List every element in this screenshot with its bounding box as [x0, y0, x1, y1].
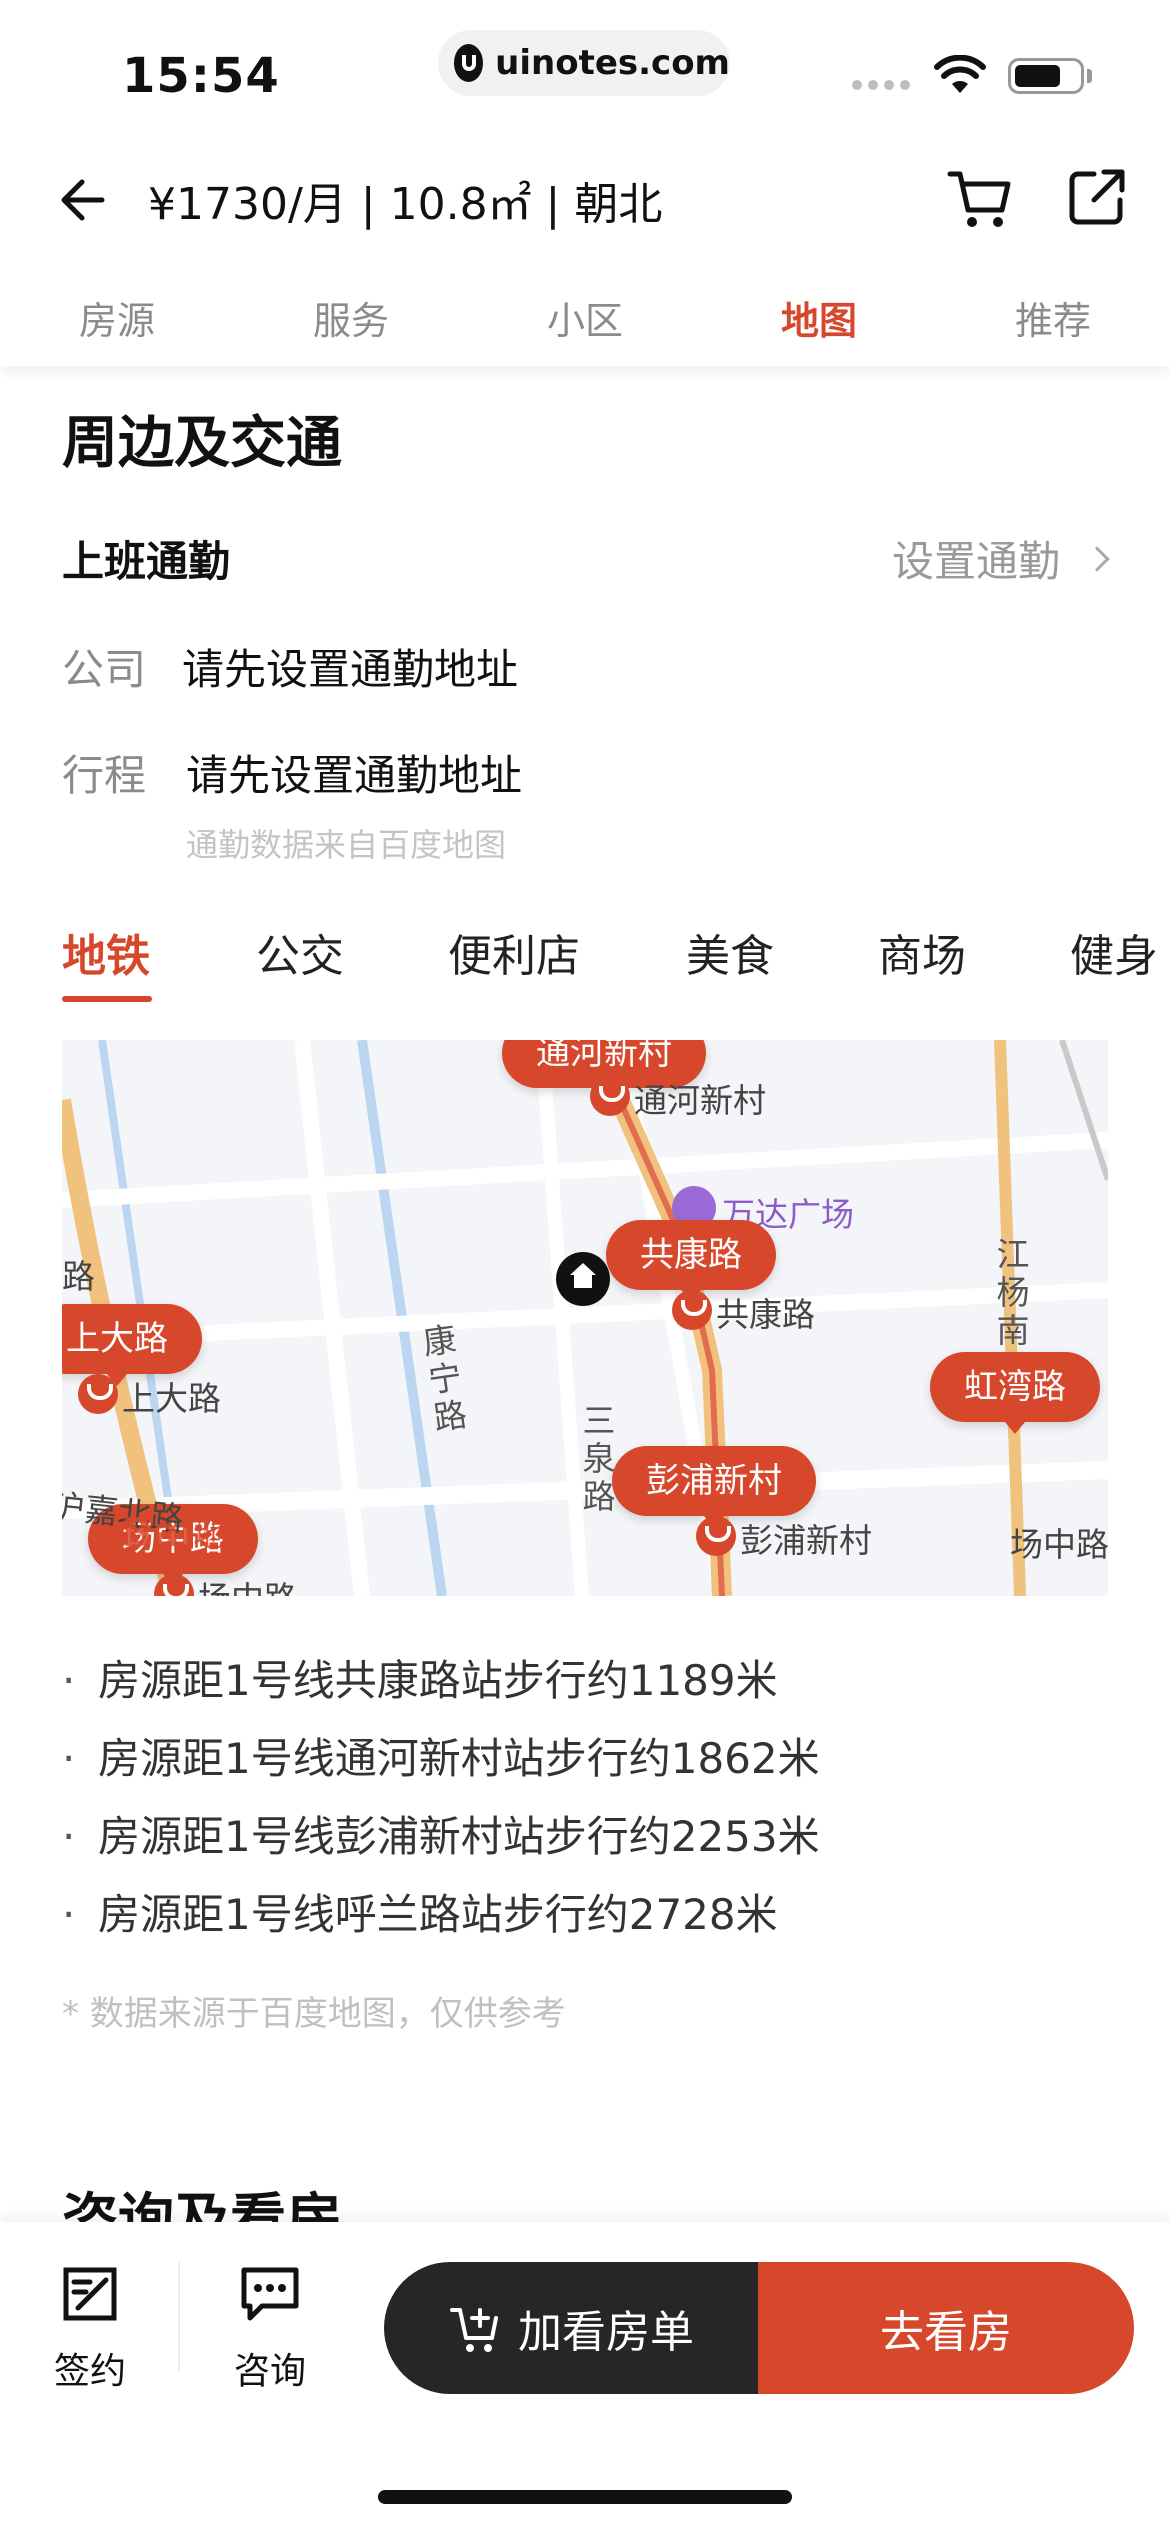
- bottom-action-bar: 签约 咨询 加看房单 去看房: [0, 2222, 1170, 2532]
- share-icon[interactable]: [1064, 164, 1130, 230]
- tab-map[interactable]: 地图: [702, 272, 936, 366]
- list-item: 房源距1号线彭浦新村站步行约2253米: [62, 1810, 1102, 1888]
- consult-button[interactable]: 咨询: [210, 2264, 330, 2394]
- cta-group: 加看房单 去看房: [384, 2262, 1134, 2394]
- category-convenience-store[interactable]: 便利店: [448, 920, 580, 984]
- status-time: 15:54: [122, 48, 280, 104]
- section-title: 周边及交通: [62, 411, 342, 476]
- metro-station-icon: [78, 1374, 118, 1414]
- cart-icon[interactable]: [944, 162, 1016, 234]
- nav-header: ¥1730/月 | 10.8㎡ | 朝北: [0, 150, 1170, 260]
- url-text: uinotes.com: [495, 43, 730, 83]
- section-tabs: 房源 服务 小区 地图 推荐: [0, 272, 1170, 366]
- metro-pin-hongwan-road[interactable]: 虹湾路: [930, 1352, 1100, 1434]
- metro-pin-gongkang-road[interactable]: 共康路: [606, 1220, 776, 1302]
- metro-station-icon: [672, 1290, 712, 1330]
- listing-summary-title: ¥1730/月 | 10.8㎡ | 朝北: [148, 179, 663, 230]
- baidu-logo-suffix: 地图: [193, 1519, 254, 1554]
- tab-listing[interactable]: 房源: [0, 272, 234, 366]
- sign-contract-icon: [63, 2267, 117, 2321]
- home-indicator[interactable]: [378, 2490, 792, 2504]
- category-fitness[interactable]: 健身: [1070, 920, 1158, 984]
- add-to-viewing-list-label: 加看房单: [518, 2307, 694, 2358]
- metro-distance-list: 房源距1号线共康路站步行约1189米 房源距1号线通河新村站步行约1862米 房…: [62, 1654, 1102, 1966]
- status-bar: 15:54 uinotes.com: [0, 0, 1170, 140]
- consult-label: 咨询: [233, 2351, 306, 2392]
- back-arrow-icon[interactable]: [54, 170, 114, 230]
- category-metro[interactable]: 地铁: [62, 920, 150, 984]
- battery-icon: [1008, 58, 1084, 94]
- trip-value[interactable]: 请先设置通勤地址: [186, 742, 522, 803]
- station-label-gongkang-road: 共康路: [716, 1295, 815, 1334]
- active-category-underline: [62, 996, 152, 1002]
- company-value[interactable]: 请先设置通勤地址: [182, 636, 518, 697]
- home-marker-icon: [556, 1252, 610, 1306]
- metro-station-icon: [590, 1076, 630, 1116]
- cellular-signal-icon: [852, 80, 910, 90]
- list-item: 房源距1号线通河新村站步行约1862米: [62, 1732, 1102, 1810]
- category-bus[interactable]: 公交: [256, 920, 344, 984]
- go-view-label: 去看房: [880, 2307, 1012, 2358]
- list-item: 房源距1号线呼兰路站步行约2728米: [62, 1888, 1102, 1966]
- station-label-shangda-road: 上大路: [122, 1379, 221, 1418]
- poi-category-tabs: 地铁 公交 便利店 美食 商场 健身: [0, 920, 1170, 1010]
- cart-plus-icon: [450, 2308, 498, 2352]
- url-pill[interactable]: uinotes.com: [438, 30, 730, 96]
- metro-pin-pengpu-xincun[interactable]: 彭浦新村: [612, 1446, 816, 1528]
- list-item: 房源距1号线共康路站步行约1189米: [62, 1654, 1102, 1732]
- chevron-right-icon: [1084, 545, 1110, 572]
- metro-station-icon: [696, 1516, 736, 1556]
- tab-service[interactable]: 服务: [234, 272, 468, 366]
- tab-recommend[interactable]: 推荐: [936, 272, 1170, 366]
- map-view[interactable]: 通河新村 通河新村 万达广场 共康路 共康路 上大路 上大路 彭浦新村 彭浦新村…: [62, 1040, 1108, 1596]
- site-logo-icon: [454, 44, 484, 82]
- chat-icon: [241, 2267, 299, 2321]
- company-label: 公司: [62, 645, 147, 694]
- commute-label: 上班通勤: [62, 537, 231, 586]
- category-food[interactable]: 美食: [686, 920, 774, 984]
- category-mall[interactable]: 商场: [878, 920, 966, 984]
- baidu-map-logo: Bai地图: [122, 1510, 253, 1556]
- battery-cap: [1087, 69, 1092, 83]
- station-label-pengpu-xincun: 彭浦新村: [740, 1521, 872, 1560]
- commute-source-note: 通勤数据来自百度地图: [186, 826, 507, 864]
- trip-label: 行程: [62, 751, 147, 800]
- road-label-jiangyang-south: 江杨南: [996, 1235, 1030, 1350]
- set-commute-label: 设置通勤: [891, 537, 1060, 586]
- sign-label: 签约: [53, 2351, 126, 2392]
- go-view-button[interactable]: 去看房: [758, 2262, 1134, 2394]
- sign-button[interactable]: 签约: [30, 2264, 150, 2394]
- road-label-changzhong: 场中路: [1010, 1525, 1108, 1564]
- road-label-sanquan: 三泉路: [582, 1401, 616, 1516]
- wifi-icon: [934, 55, 986, 93]
- set-commute-button[interactable]: 设置通勤: [891, 528, 1110, 589]
- station-label-changzhong-road: 场中路: [198, 1572, 297, 1596]
- baidu-logo-text: Bai: [122, 1510, 194, 1556]
- metro-pin-shangda-road[interactable]: 上大路: [62, 1304, 202, 1386]
- divider: [178, 2262, 180, 2372]
- add-to-viewing-list-button[interactable]: 加看房单: [384, 2262, 758, 2394]
- road-label-edge: 路: [62, 1257, 95, 1296]
- station-label-tonghe-xincun: 通河新村: [634, 1081, 766, 1120]
- data-source-note: * 数据来源于百度地图，仅供参考: [62, 1994, 566, 2034]
- tab-community[interactable]: 小区: [468, 272, 702, 366]
